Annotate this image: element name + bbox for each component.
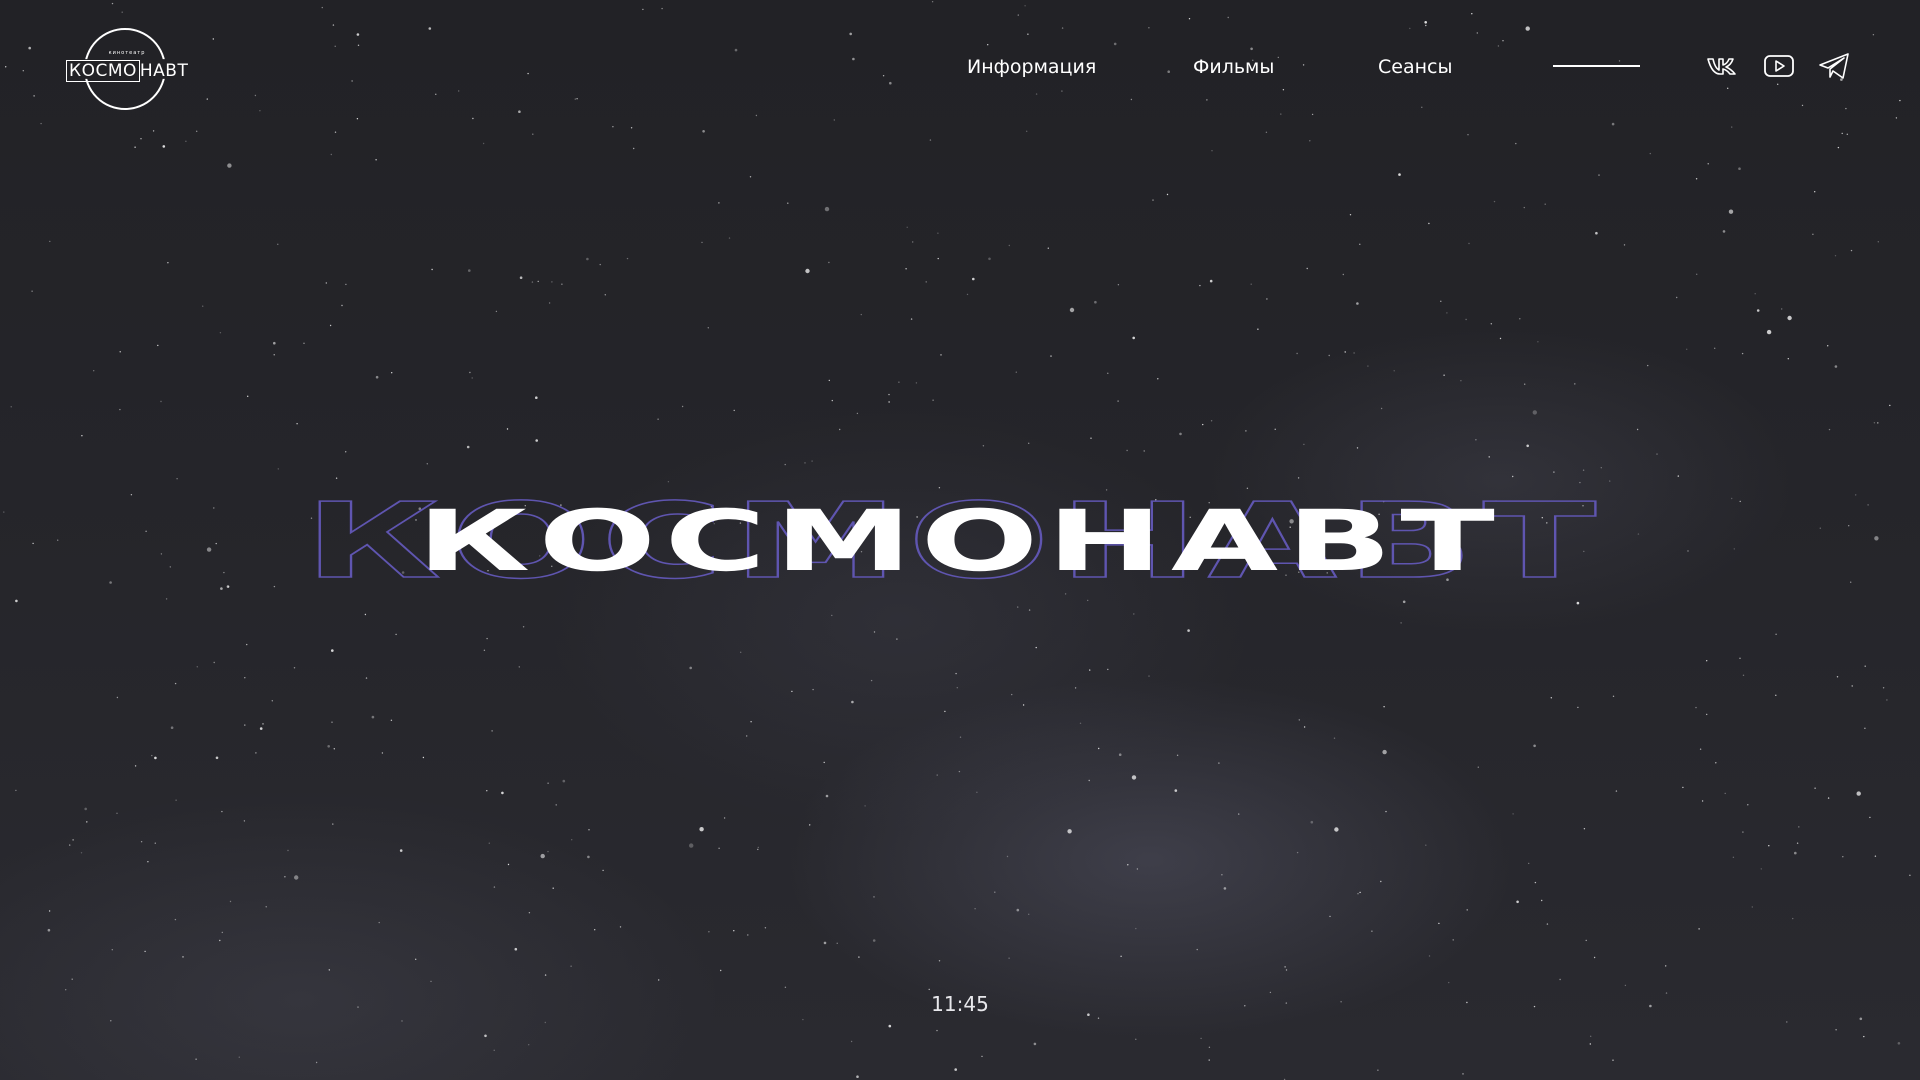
hero-title: КОСМОНАВТ: [416, 492, 1504, 590]
telegram-icon[interactable]: [1818, 52, 1850, 80]
nav-item-sessions[interactable]: Сеансы: [1378, 56, 1452, 78]
logo-wordmark: КОСМО НАВТ: [66, 60, 189, 82]
logo-boxed-part: КОСМО: [66, 60, 140, 82]
logo-rest-part: НАВТ: [139, 61, 189, 81]
vk-icon[interactable]: [1706, 52, 1738, 80]
nav-item-films[interactable]: Фильмы: [1193, 56, 1274, 78]
youtube-icon[interactable]: [1763, 52, 1795, 80]
hero-title-block: КОСМОНАВТ КОСМОНАВТ: [0, 479, 1920, 603]
clock-time: 11:45: [931, 992, 989, 1016]
nav-item-info[interactable]: Информация: [967, 56, 1096, 78]
cinema-logo[interactable]: кинотеатр КОСМО НАВТ: [62, 28, 192, 118]
menu-divider-line: [1553, 65, 1640, 67]
logo-caption: кинотеатр: [108, 50, 146, 56]
